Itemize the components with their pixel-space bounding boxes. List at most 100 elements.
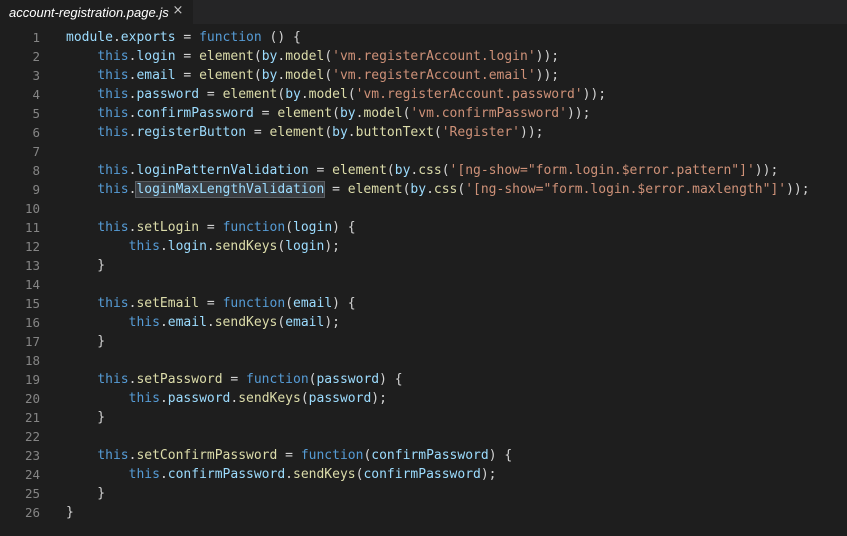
line-number: 23 (24, 448, 40, 463)
code-token: = (199, 296, 223, 311)
line-number: 21 (24, 410, 40, 425)
line-number: 18 (24, 353, 40, 368)
code-line[interactable]: this.password = element(by.model('vm.reg… (66, 85, 847, 104)
code-line[interactable]: this.login = element(by.model('vm.regist… (66, 47, 847, 66)
code-token: by (394, 163, 411, 178)
line-number: 22 (24, 429, 40, 444)
code-line[interactable]: this.login.sendKeys(login); (66, 237, 847, 256)
code-token: } (66, 410, 106, 425)
code-token: email (167, 315, 207, 330)
code-line[interactable]: this.setConfirmPassword = function(confi… (66, 446, 847, 465)
code-line[interactable]: this.loginMaxLengthValidation = element(… (66, 180, 847, 199)
code-line[interactable]: this.setPassword = function(password) { (66, 370, 847, 389)
code-line[interactable]: this.email = element(by.model('vm.regist… (66, 66, 847, 85)
code-token: this (97, 296, 129, 311)
line-number: 3 (32, 68, 40, 83)
code-token: . (159, 239, 168, 254)
code-token: module (66, 30, 113, 45)
code-token: function (222, 220, 286, 235)
code-line[interactable] (66, 199, 847, 218)
code-line[interactable]: this.loginPatternValidation = element(by… (66, 161, 847, 180)
code-token: 'vm.confirmPassword' (410, 106, 567, 121)
line-number: 2 (32, 49, 40, 64)
code-line[interactable]: } (66, 408, 847, 427)
code-token: setPassword (136, 372, 223, 387)
code-token: element (277, 106, 333, 121)
code-editor[interactable]: 1 2 3 4 5 6 7 8 9 10 11 12 13 14 15 16 17 18 19 20 21 22 23 24 2… (0, 28, 847, 536)
code-token: ( (386, 163, 395, 178)
code-line[interactable] (66, 275, 847, 294)
code-token: password (316, 372, 380, 387)
code-line[interactable]: this.confirmPassword.sendKeys(confirmPas… (66, 465, 847, 484)
code-token: = (222, 372, 247, 387)
line-number: 7 (32, 144, 40, 159)
code-token: email (293, 296, 333, 311)
code-token: )); (582, 87, 607, 102)
code-line[interactable]: this.password.sendKeys(password); (66, 389, 847, 408)
code-line[interactable]: this.confirmPassword = element(by.model(… (66, 104, 847, 123)
close-icon[interactable]: × (171, 4, 185, 18)
code-token: by (339, 106, 356, 121)
tab-account-registration[interactable]: account-registration.page.js × (0, 0, 193, 24)
code-token: css (433, 182, 458, 197)
line-number: 14 (24, 277, 40, 292)
code-line[interactable]: module.exports = function () { (66, 28, 847, 47)
code-line[interactable]: this.email.sendKeys(email); (66, 313, 847, 332)
code-token: setEmail (136, 296, 200, 311)
code-token: element (269, 125, 325, 140)
code-token: '[ng-show="form.login.$error.pattern"]' (449, 163, 755, 178)
code-line[interactable] (66, 351, 847, 370)
code-line[interactable]: } (66, 256, 847, 275)
code-token: ) { (332, 220, 356, 235)
code-token: this (128, 391, 160, 406)
line-number: 8 (32, 163, 40, 178)
code-token: . (112, 30, 121, 45)
code-token: = (175, 68, 200, 83)
code-token: . (206, 239, 215, 254)
code-token: email (285, 315, 325, 330)
code-token: . (285, 467, 293, 482)
code-token: ( (285, 296, 294, 311)
code-token: . (347, 125, 356, 140)
code-token: this (97, 49, 129, 64)
code-token: ( (277, 87, 286, 102)
code-token: this (97, 87, 129, 102)
code-token: by (332, 125, 348, 140)
line-number: 25 (24, 486, 40, 501)
code-area[interactable]: module.exports = function () { this.logi… (66, 28, 847, 522)
line-number: 4 (32, 87, 40, 102)
code-token: this (97, 163, 129, 178)
code-token: ( (441, 163, 450, 178)
code-token: sendKeys (214, 315, 278, 330)
code-token: )); (520, 125, 544, 140)
code-token: ) { (332, 296, 356, 311)
code-line[interactable] (66, 427, 847, 446)
line-number: 1 (32, 30, 40, 45)
code-line[interactable] (66, 142, 847, 161)
code-token: this (97, 68, 129, 83)
code-line[interactable]: this.setEmail = function(email) { (66, 294, 847, 313)
line-number: 19 (24, 372, 40, 387)
code-line[interactable]: } (66, 503, 847, 522)
code-token: '[ng-show="form.login.$error.maxlength"]… (465, 182, 787, 197)
code-token: loginPatternValidation (136, 163, 309, 178)
code-token: login (293, 220, 333, 235)
tab-bar: account-registration.page.js × (0, 0, 847, 24)
code-token: = (308, 163, 333, 178)
code-token: ( (253, 49, 262, 64)
code-token: = (253, 106, 278, 121)
line-number: 15 (24, 296, 40, 311)
code-token: password (308, 391, 372, 406)
code-token: . (277, 68, 286, 83)
code-token: login (136, 49, 176, 64)
code-token: ( (324, 49, 333, 64)
code-token: this (128, 239, 160, 254)
code-line[interactable]: this.registerButton = element(by.buttonT… (66, 123, 847, 142)
code-token: exports (120, 30, 176, 45)
line-number: 20 (24, 391, 40, 406)
code-line[interactable]: } (66, 332, 847, 351)
code-token: sendKeys (238, 391, 301, 406)
code-line[interactable]: this.setLogin = function(login) { (66, 218, 847, 237)
code-line[interactable]: } (66, 484, 847, 503)
